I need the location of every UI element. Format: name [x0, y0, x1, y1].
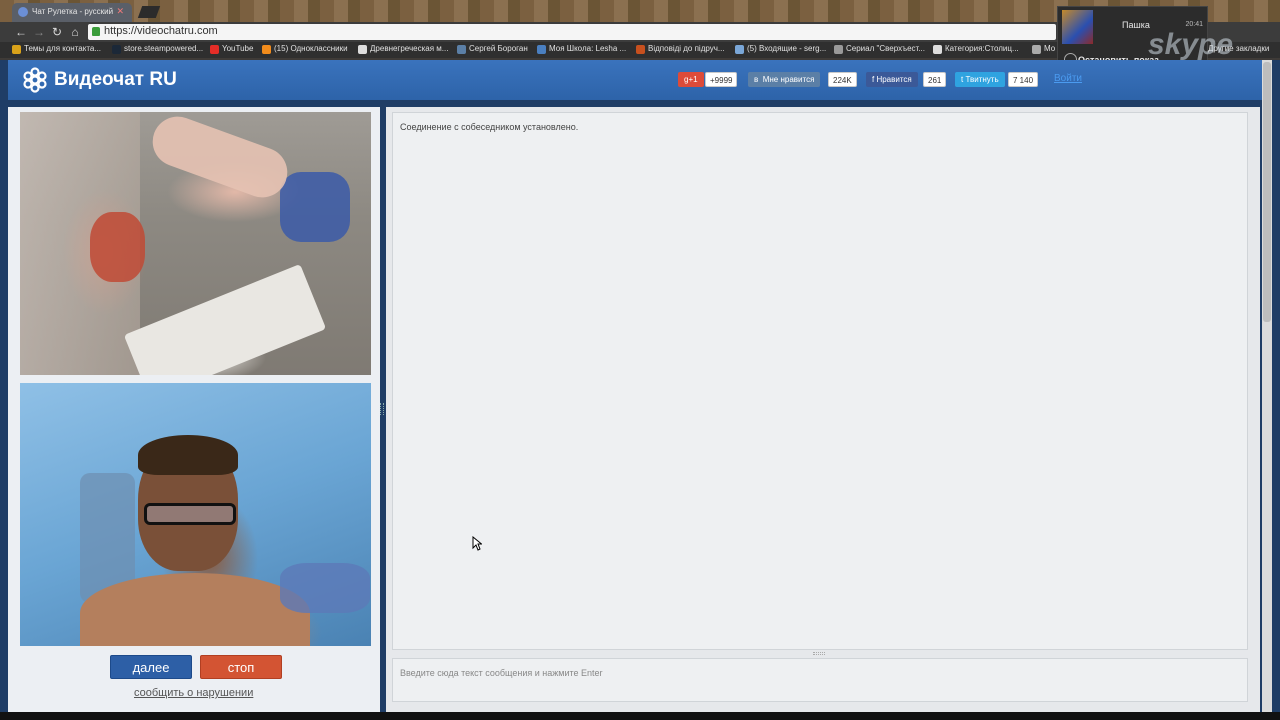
bookmark-item[interactable]: Мо — [1032, 44, 1055, 56]
contact-avatar — [1062, 10, 1093, 44]
chat-log: Соединение с собеседником установлено. — [392, 112, 1248, 650]
panel-splitter[interactable] — [380, 403, 384, 415]
message-input[interactable]: Введите сюда текст сообщения и нажмите E… — [392, 658, 1248, 702]
forward-icon[interactable]: → — [32, 25, 46, 39]
vk-like-count: 224K — [828, 72, 857, 87]
facebook-like-button[interactable]: f Нравится — [866, 72, 918, 87]
page-scrollbar[interactable] — [1262, 60, 1272, 720]
video-panel: далее стоп сообщить о нарушении — [8, 107, 380, 712]
wikipedia-icon — [358, 45, 367, 54]
address-bar[interactable]: https://videochatru.com — [88, 24, 1056, 40]
folder-icon — [12, 45, 21, 54]
vk-icon — [457, 45, 466, 54]
bookmark-item[interactable]: Древнегреческая м... — [358, 44, 448, 56]
steam-icon — [112, 45, 121, 54]
mail-icon — [735, 45, 744, 54]
new-tab-button[interactable] — [137, 6, 161, 18]
tweet-button[interactable]: t Твитнуть — [955, 72, 1005, 87]
school-icon — [537, 45, 546, 54]
bookmark-item[interactable]: Сергей Бороган — [457, 44, 528, 56]
odnoklassniki-icon — [262, 45, 271, 54]
bookmark-item[interactable]: Темы для контакта... — [12, 44, 101, 56]
bookmark-item[interactable]: (15) Одноклассники — [262, 44, 348, 56]
chat-panel: Соединение с собеседником установлено. В… — [386, 107, 1260, 712]
vk-icon: в — [754, 75, 763, 84]
call-time: 20:41 — [1185, 21, 1203, 28]
home-icon[interactable]: ⌂ — [68, 25, 82, 39]
bookmark-item[interactable]: Сериал "Сверхъест... — [834, 44, 925, 56]
skype-watermark: skype — [1148, 28, 1234, 61]
bookmark-item[interactable]: (5) Входящие - serg... — [735, 44, 826, 56]
scrollbar-thumb[interactable] — [1263, 62, 1271, 322]
browser-tab[interactable]: Чат Рулетка - русский ✕ — [12, 3, 132, 22]
wikipedia-icon — [933, 45, 942, 54]
partner-video — [20, 112, 371, 375]
next-button[interactable]: далее — [110, 655, 192, 679]
vk-like-button[interactable]: в Мне нравится — [748, 72, 821, 87]
connection-status-message: Соединение с собеседником установлено. — [400, 122, 579, 132]
facebook-like-count: 261 — [923, 72, 947, 87]
back-icon[interactable]: ← — [14, 25, 28, 39]
message-input-placeholder: Введите сюда текст сообщения и нажмите E… — [400, 668, 603, 678]
login-link[interactable]: Войти — [1054, 73, 1082, 84]
reload-icon[interactable]: ↻ — [50, 25, 64, 39]
self-video — [20, 383, 371, 646]
google-plus-button[interactable]: g+1 — [678, 72, 704, 87]
bookmark-item[interactable]: store.steampowered... — [112, 44, 203, 56]
address-url: https://videochatru.com — [104, 25, 218, 37]
logo-icon — [23, 67, 47, 93]
site-frame: Видеочат RU g+1 +9999 в Мне нравится 224… — [0, 60, 1280, 720]
page-icon — [1032, 45, 1041, 54]
site-header: Видеочат RU g+1 +9999 в Мне нравится 224… — [8, 60, 1262, 100]
youtube-icon — [210, 45, 219, 54]
stop-button[interactable]: стоп — [200, 655, 282, 679]
site-logo[interactable]: Видеочат RU — [54, 69, 177, 91]
bookmark-item[interactable]: Категория:Столиц... — [933, 44, 1019, 56]
bookmark-item[interactable]: Моя Школа: Lesha ... — [537, 44, 626, 56]
book-icon — [636, 45, 645, 54]
bookmark-item[interactable]: Відповіді до підруч... — [636, 44, 725, 56]
resize-grip[interactable] — [813, 652, 825, 655]
bottom-edge — [0, 712, 1280, 720]
report-link[interactable]: сообщить о нарушении — [134, 687, 253, 699]
site-favicon-icon — [18, 7, 28, 17]
tab-title: Чат Рулетка - русский — [32, 7, 114, 16]
google-plus-count: +9999 — [705, 72, 738, 87]
lock-icon — [92, 27, 100, 36]
tab-close-icon[interactable]: ✕ — [116, 6, 124, 17]
mouse-cursor-icon — [472, 536, 482, 551]
page-icon — [834, 45, 843, 54]
contact-name: Пашка — [1122, 20, 1150, 30]
bookmark-item[interactable]: YouTube — [210, 44, 253, 56]
tweet-count: 7 140 — [1008, 72, 1039, 87]
